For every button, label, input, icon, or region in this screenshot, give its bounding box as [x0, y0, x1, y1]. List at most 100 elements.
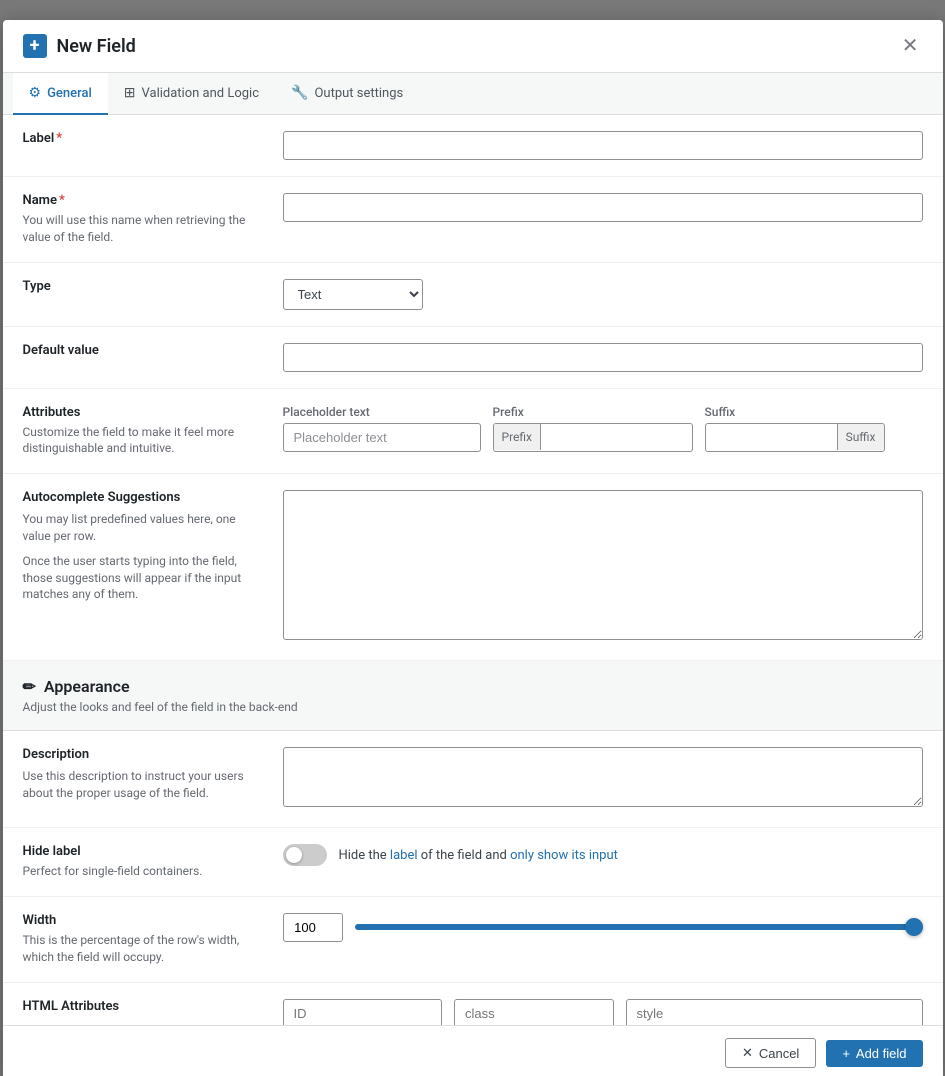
label-field-label: Label* — [23, 131, 63, 146]
html-attributes-label: HTML Attributes — [23, 999, 120, 1014]
suffix-tag: Suffix — [837, 424, 884, 450]
width-hint: This is the percentage of the row's widt… — [23, 932, 263, 966]
suffix-input-wrapper: Suffix — [705, 423, 885, 452]
width-number-input[interactable] — [283, 913, 343, 942]
autocomplete-label: Autocomplete Suggestions — [23, 490, 181, 505]
plus-icon: + — [23, 34, 47, 58]
description-row: Description Use this description to inst… — [3, 731, 943, 828]
attributes-input-col: Placeholder text Prefix Prefix — [283, 405, 923, 452]
add-icon: + — [842, 1046, 850, 1061]
description-col: Description Use this description to inst… — [23, 747, 283, 802]
tabs-bar: ⚙ General ⊞ Validation and Logic 🔧 Outpu… — [3, 73, 943, 115]
hide-label-row: Hide label Perfect for single-field cont… — [3, 828, 943, 897]
name-row: Name* You will use this name when retrie… — [3, 177, 943, 263]
placeholder-input[interactable] — [283, 423, 481, 452]
label-input[interactable] — [283, 131, 923, 160]
add-label: Add field — [856, 1046, 907, 1061]
hide-label-toggle-wrapper: Hide the label of the field and only sho… — [283, 844, 923, 866]
width-row-inner — [283, 913, 923, 942]
attributes-grid: Placeholder text Prefix Prefix — [283, 405, 923, 452]
hide-label-label: Hide label — [23, 844, 81, 859]
prefix-input[interactable] — [541, 424, 692, 451]
description-input-col — [283, 747, 923, 811]
name-input[interactable] — [283, 193, 923, 222]
tab-output-label: Output settings — [314, 86, 403, 101]
suffix-label: Suffix — [705, 405, 885, 419]
attributes-hint: Customize the field to make it feel more… — [23, 424, 263, 458]
toggle-slider — [283, 844, 327, 866]
placeholder-group: Placeholder text — [283, 405, 481, 452]
wrench-icon: 🔧 — [291, 85, 308, 101]
name-field-label: Name* — [23, 193, 65, 208]
grid-icon: ⊞ — [124, 85, 136, 101]
type-select[interactable]: Text Number Email URL Password Textarea … — [283, 279, 423, 310]
html-attributes-input-col — [283, 999, 923, 1025]
autocomplete-row: Autocomplete Suggestions You may list pr… — [3, 474, 943, 661]
description-hint: Use this description to instruct your us… — [23, 768, 263, 802]
description-label: Description — [23, 747, 90, 762]
default-value-input-col — [283, 343, 923, 372]
gear-icon: ⚙ — [29, 85, 42, 101]
close-button[interactable]: ✕ — [898, 32, 923, 60]
name-col: Name* You will use this name when retrie… — [23, 193, 283, 246]
cancel-label: Cancel — [759, 1046, 799, 1061]
prefix-group: Prefix Prefix — [493, 405, 693, 452]
description-textarea[interactable] — [283, 747, 923, 807]
tab-validation-label: Validation and Logic — [142, 86, 260, 101]
appearance-subtitle: Adjust the looks and feel of the field i… — [23, 700, 923, 714]
autocomplete-input-col — [283, 490, 923, 644]
default-value-row: Default value — [3, 327, 943, 389]
html-style-input[interactable] — [626, 999, 923, 1025]
label-input-col — [283, 131, 923, 160]
width-slider-thumb — [905, 918, 923, 936]
width-slider-container[interactable] — [355, 917, 923, 937]
type-col: Type — [23, 279, 283, 294]
width-row: Width This is the percentage of the row'… — [3, 897, 943, 983]
modal-title: New Field — [57, 36, 136, 57]
autocomplete-textarea[interactable] — [283, 490, 923, 640]
html-id-input[interactable] — [283, 999, 443, 1025]
hide-label-toggle-text: Hide the label of the field and only sho… — [339, 848, 618, 863]
hide-label-col: Hide label Perfect for single-field cont… — [23, 844, 283, 880]
prefix-tag: Prefix — [494, 424, 542, 450]
default-value-col: Default value — [23, 343, 283, 358]
appearance-section: ✏ Appearance Adjust the looks and feel o… — [3, 661, 943, 731]
add-field-button[interactable]: + Add field — [826, 1040, 922, 1067]
width-col: Width This is the percentage of the row'… — [23, 913, 283, 966]
suffix-input[interactable] — [706, 424, 837, 451]
attributes-label: Attributes — [23, 405, 81, 420]
hide-label-toggle[interactable] — [283, 844, 327, 866]
autocomplete-col: Autocomplete Suggestions You may list pr… — [23, 490, 283, 603]
label-row: Label* — [3, 115, 943, 177]
type-row: Type Text Number Email URL Password Text… — [3, 263, 943, 327]
required-star: * — [56, 131, 62, 146]
html-class-input[interactable] — [454, 999, 614, 1025]
html-attributes-row: HTML Attributes — [3, 983, 943, 1025]
cancel-button[interactable]: ✕ Cancel — [725, 1038, 816, 1068]
autocomplete-hint2: Once the user starts typing into the fie… — [23, 553, 263, 603]
appearance-title-text: Appearance — [44, 677, 130, 696]
width-slider-fill — [355, 924, 923, 930]
pencil-icon: ✏ — [23, 677, 36, 696]
name-required-star: * — [59, 193, 65, 208]
width-input-col — [283, 913, 923, 942]
html-attrs-row — [283, 999, 923, 1025]
tab-output[interactable]: 🔧 Output settings — [275, 73, 419, 115]
name-input-col — [283, 193, 923, 222]
new-field-modal: + New Field ✕ ⚙ General ⊞ Validation and… — [3, 20, 943, 1076]
tab-general-label: General — [47, 86, 92, 101]
width-slider-track — [355, 924, 923, 930]
hide-label-input-col: Hide the label of the field and only sho… — [283, 844, 923, 866]
prefix-input-wrapper: Prefix — [493, 423, 693, 452]
prefix-label: Prefix — [493, 405, 693, 419]
tab-validation[interactable]: ⊞ Validation and Logic — [108, 73, 275, 115]
default-value-input[interactable] — [283, 343, 923, 372]
width-label: Width — [23, 913, 57, 928]
name-hint: You will use this name when retrieving t… — [23, 212, 263, 246]
tab-general[interactable]: ⚙ General — [13, 73, 108, 115]
html-attributes-col: HTML Attributes — [23, 999, 283, 1014]
autocomplete-hint1: You may list predefined values here, one… — [23, 511, 263, 545]
cancel-icon: ✕ — [742, 1045, 753, 1061]
hide-label-hint: Perfect for single-field containers. — [23, 863, 263, 880]
type-field-label: Type — [23, 279, 51, 294]
